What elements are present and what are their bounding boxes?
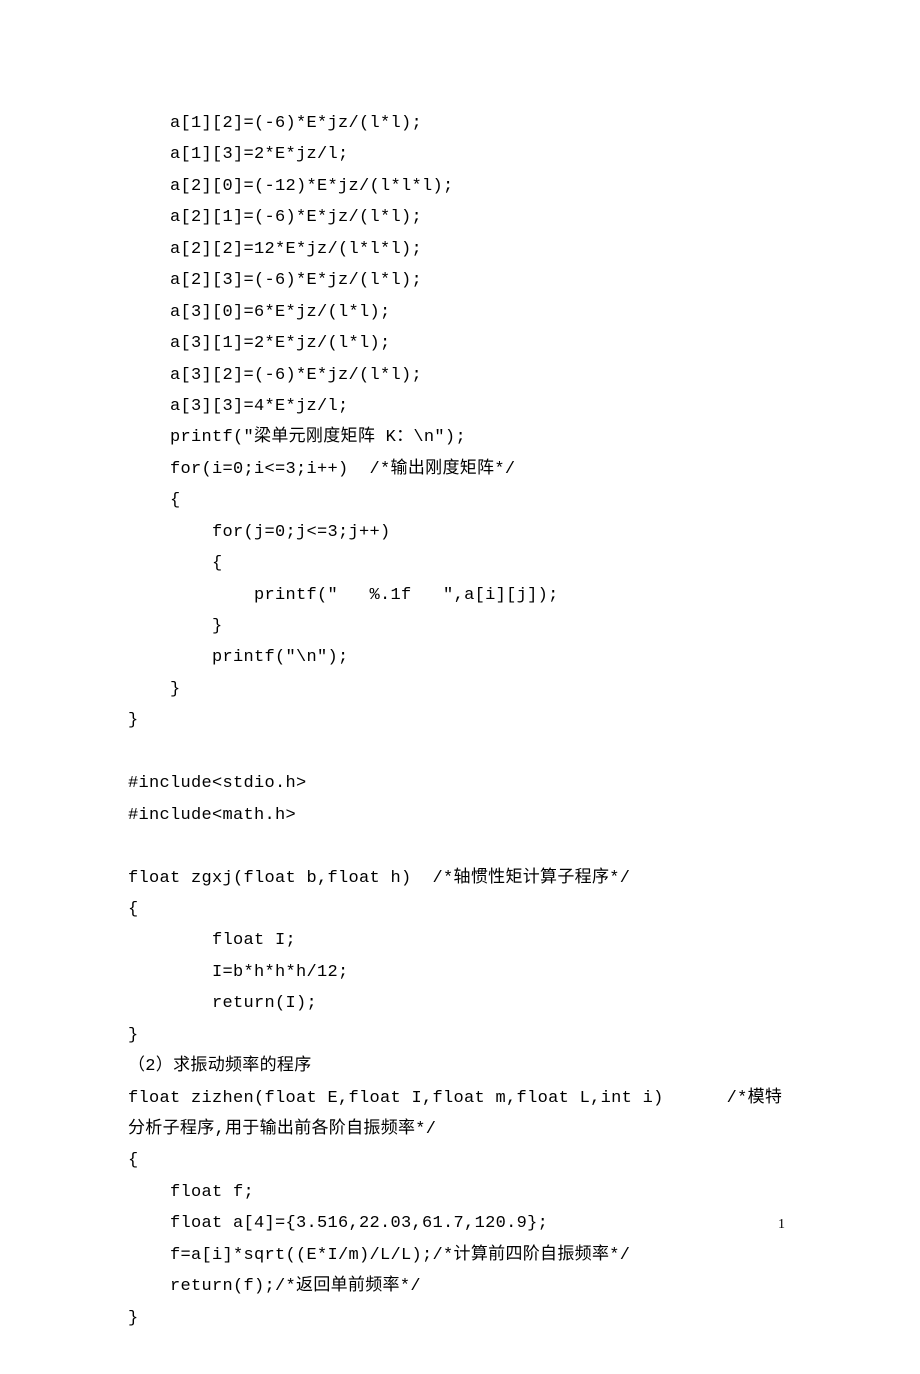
- code-line: printf(" %.1f ",a[i][j]);: [128, 586, 559, 605]
- code-line: return(f);/*返回单前频率*/: [128, 1277, 421, 1296]
- code-line: a[2][3]=(-6)*E*jz/(l*l);: [128, 271, 422, 290]
- code-line: {: [128, 900, 139, 919]
- code-line: a[1][3]=2*E*jz/l;: [128, 145, 349, 164]
- code-line: a[3][1]=2*E*jz/(l*l);: [128, 334, 391, 353]
- code-line: a[3][2]=(-6)*E*jz/(l*l);: [128, 366, 422, 385]
- code-line: {: [128, 491, 181, 510]
- code-line: {: [128, 1151, 139, 1170]
- code-line: float I;: [128, 931, 296, 950]
- code-line: }: [128, 1309, 139, 1328]
- code-line: {: [128, 554, 223, 573]
- code-line: printf("梁单元刚度矩阵 K：\n");: [128, 428, 466, 447]
- code-line: a[2][2]=12*E*jz/(l*l*l);: [128, 240, 422, 259]
- code-line: a[2][0]=(-12)*E*jz/(l*l*l);: [128, 177, 454, 196]
- code-line: }: [128, 711, 139, 730]
- code-line: float a[4]={3.516,22.03,61.7,120.9};: [128, 1214, 548, 1233]
- code-line: }: [128, 1026, 139, 1045]
- code-line: float zizhen(float E,float I,float m,flo…: [128, 1089, 782, 1139]
- code-line: for(i=0;i<=3;i++) /*输出刚度矩阵*/: [128, 460, 515, 479]
- code-line: }: [128, 617, 223, 636]
- code-line: #include<math.h>: [128, 806, 296, 825]
- code-line: printf("\n");: [128, 648, 349, 667]
- code-line: a[3][0]=6*E*jz/(l*l);: [128, 303, 391, 322]
- code-line: #include<stdio.h>: [128, 774, 307, 793]
- code-page: a[1][2]=(-6)*E*jz/(l*l); a[1][3]=2*E*jz/…: [0, 0, 920, 1374]
- code-line: for(j=0;j<=3;j++): [128, 523, 391, 542]
- code-line: （2）求振动频率的程序: [128, 1057, 312, 1076]
- code-line: return(I);: [128, 994, 317, 1013]
- code-line: float f;: [128, 1183, 254, 1202]
- code-line: a[2][1]=(-6)*E*jz/(l*l);: [128, 208, 422, 227]
- code-line: a[1][2]=(-6)*E*jz/(l*l);: [128, 114, 422, 133]
- page-number: 1: [778, 1212, 785, 1238]
- code-line: f=a[i]*sqrt((E*I/m)/L/L);/*计算前四阶自振频率*/: [128, 1246, 630, 1265]
- code-line: I=b*h*h*h/12;: [128, 963, 349, 982]
- code-line: float zgxj(float b,float h) /*轴惯性矩计算子程序*…: [128, 869, 630, 888]
- code-line: }: [128, 680, 181, 699]
- code-line: a[3][3]=4*E*jz/l;: [128, 397, 349, 416]
